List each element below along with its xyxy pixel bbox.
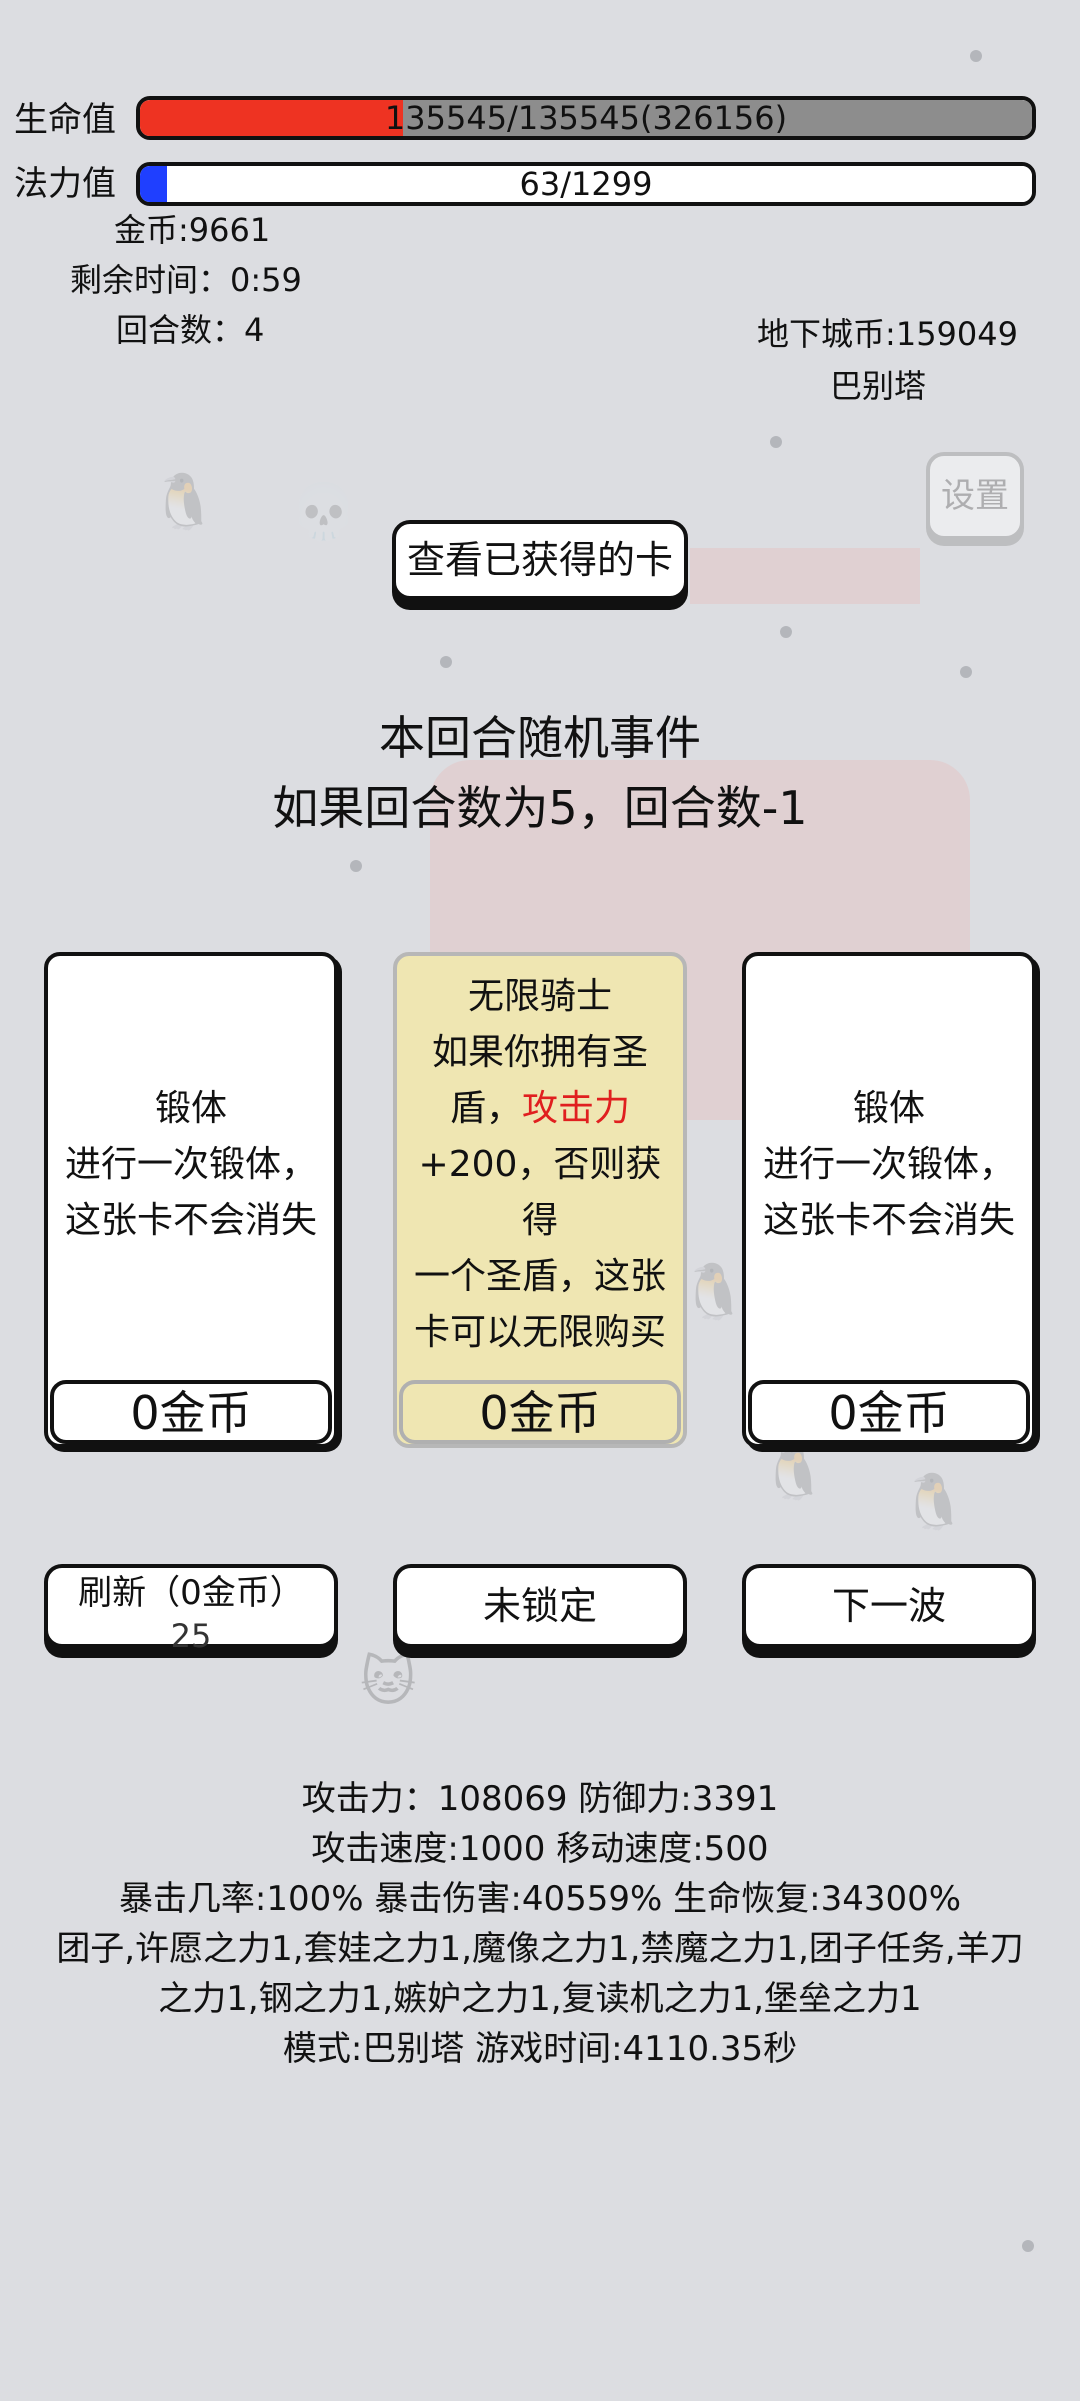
- background-dot: [440, 656, 452, 668]
- background-dot: [960, 666, 972, 678]
- mode-and-playtime: 模式:巴别塔 游戏时间:4110.35秒: [282, 2029, 798, 2069]
- penguin-sprite-icon: 🐧: [760, 1440, 828, 1503]
- refresh-count: 25: [170, 1617, 212, 1655]
- card-price: 0金币: [748, 1380, 1030, 1444]
- card-title: 锻体: [154, 1088, 227, 1129]
- lock-button[interactable]: 未锁定: [393, 1564, 687, 1648]
- background-dot: [780, 626, 792, 638]
- view-obtained-cards-button[interactable]: 查看已获得的卡: [392, 520, 688, 600]
- event-title: 本回合随机事件: [379, 711, 701, 765]
- penguin-sprite-icon: 🐧: [680, 1260, 748, 1323]
- crit-regen-stats: 暴击几率:100% 暴击伤害:40559% 生命恢复:34300%: [118, 1879, 962, 1919]
- card-description-line: 这张卡不会消失: [64, 1200, 317, 1241]
- round-count: 回合数：4: [116, 311, 265, 349]
- card-price: 0金币: [50, 1380, 332, 1444]
- gold-amount: 金币:9661: [114, 211, 271, 249]
- speed-stats: 攻击速度:1000 移动速度:500: [311, 1829, 769, 1869]
- card-description-line: +200，否则获得: [418, 1144, 662, 1241]
- mp-value: 63/1299: [519, 165, 653, 203]
- shop-card-3[interactable]: 锻体 进行一次锻体， 这张卡不会消失 0金币: [742, 952, 1036, 1448]
- card-title: 锻体: [852, 1088, 925, 1129]
- refresh-button[interactable]: 刷新（0金币） 25: [44, 1564, 338, 1655]
- skull-sprite-icon: 💀: [290, 480, 358, 543]
- card-description-line: 进行一次锻体，: [64, 1144, 317, 1185]
- card-body: 无限骑士 如果你拥有圣 盾，攻击力 +200，否则获得 一个圣盾，这张 卡可以无…: [401, 956, 679, 1374]
- hp-bar: 135545/135545(326156): [136, 96, 1036, 140]
- card-title: 无限骑士: [467, 976, 612, 1017]
- dungeon-coins: 地下城币:159049: [757, 315, 1018, 353]
- card-price: 0金币: [399, 1380, 681, 1444]
- background-dot: [350, 860, 362, 872]
- event-description: 如果回合数为5，回合数-1: [272, 781, 808, 835]
- refresh-label: 刷新（0金币）: [78, 1573, 304, 1613]
- card-body: 锻体 进行一次锻体， 这张卡不会消失: [750, 956, 1028, 1374]
- cat-sprite-icon: 🐱: [360, 1650, 417, 1713]
- card-highlight-text: 攻击力: [522, 1088, 631, 1129]
- time-left: 剩余时间：0:59: [70, 261, 302, 299]
- card-description-line: 这张卡不会消失: [762, 1200, 1015, 1241]
- background-dot: [1022, 2240, 1034, 2252]
- hp-value: 135545/135545(326156): [384, 99, 788, 137]
- card-description-line: 一个圣盾，这张: [413, 1256, 666, 1297]
- mp-label: 法力值: [14, 164, 116, 204]
- penguin-sprite-icon: 🐧: [150, 470, 218, 533]
- background-dot: [770, 436, 782, 448]
- card-description-line: 卡可以无限购买: [413, 1312, 666, 1353]
- card-text: 盾，: [449, 1088, 522, 1129]
- card-description-line: 盾，攻击力: [450, 1081, 630, 1137]
- card-description-line: 如果你拥有圣: [431, 1032, 648, 1073]
- powers-list-continued: 之力1,钢之力1,嫉妒之力1,复读机之力1,堡垒之力1: [158, 1979, 922, 2019]
- attack-defense-stats: 攻击力：108069 防御力:3391: [301, 1779, 779, 1819]
- card-body: 锻体 进行一次锻体， 这张卡不会消失: [52, 956, 330, 1374]
- settings-button[interactable]: 设置: [926, 452, 1024, 540]
- powers-list: 团子,许愿之力1,套娃之力1,魔像之力1,禁魔之力1,团子任务,羊刀: [56, 1929, 1024, 1969]
- hp-label: 生命值: [14, 100, 116, 140]
- background-bar-shape: [690, 548, 920, 604]
- mp-bar: 63/1299: [136, 162, 1036, 206]
- location-name: 巴别塔: [830, 367, 927, 405]
- background-dot: [970, 50, 982, 62]
- penguin-sprite-icon: 🐧: [900, 1470, 968, 1533]
- next-wave-button[interactable]: 下一波: [742, 1564, 1036, 1648]
- shop-card-2[interactable]: 无限骑士 如果你拥有圣 盾，攻击力 +200，否则获得 一个圣盾，这张 卡可以无…: [393, 952, 687, 1448]
- shop-card-1[interactable]: 锻体 进行一次锻体， 这张卡不会消失 0金币: [44, 952, 338, 1448]
- card-description-line: 进行一次锻体，: [762, 1144, 1015, 1185]
